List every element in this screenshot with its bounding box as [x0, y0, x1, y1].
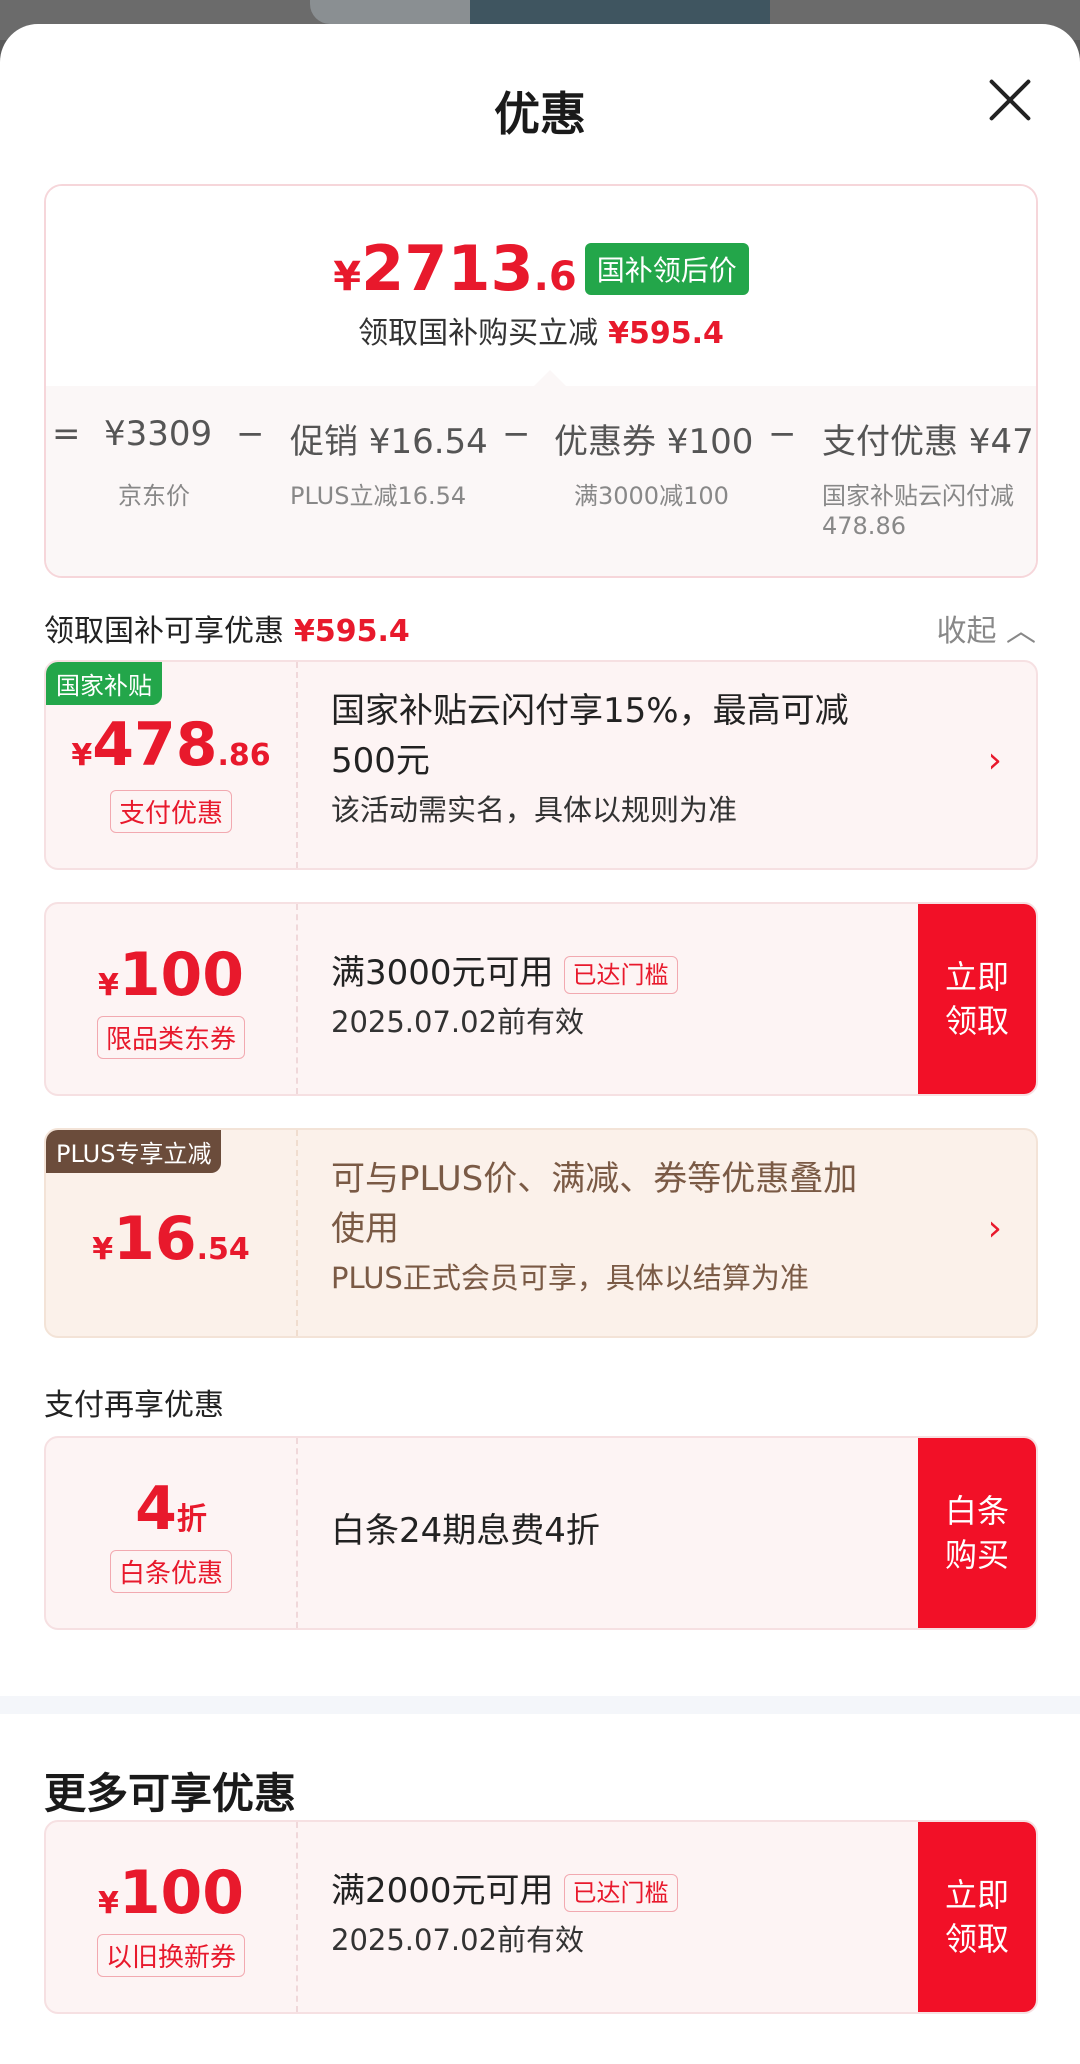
chevron-right-icon: ›: [987, 1208, 1002, 1249]
plus-line1: 可与PLUS价、满减、券等优惠叠加: [331, 1159, 858, 1199]
subsidy-line1: 国家补贴云闪付享15%，最高可减: [331, 691, 849, 731]
subsidy-tag: 国家补贴: [46, 662, 162, 705]
coupon-card: ¥100 以旧换新券 满2000元可用 已达门槛 2025.07.02前有效 立即…: [44, 1820, 1038, 2014]
coupon-card: ¥100 限品类东券 满3000元可用 已达门槛 2025.07.02前有效 立即…: [44, 902, 1038, 1096]
baitiao-amount: 4折: [135, 1474, 207, 1544]
coupon-condition: 满2000元可用 已达门槛: [331, 1866, 678, 1916]
formula-label-2: 478.86: [822, 512, 906, 540]
plus-card[interactable]: PLUS专享立减 ¥16.54 可与PLUS价、满减、券等优惠叠加 使用 PLU…: [44, 1128, 1038, 1338]
section-title: 支付再享优惠: [44, 1388, 224, 1423]
final-price-line: ¥2713.6 国补领后价: [46, 232, 1036, 305]
final-price: ¥2713.6: [333, 232, 577, 305]
close-icon[interactable]: [978, 68, 1042, 132]
baitiao-buy-button[interactable]: 白条 购买: [918, 1438, 1036, 1628]
coupon-condition: 满3000元可用 已达门槛: [331, 948, 678, 998]
coupon-amount: ¥100: [97, 1858, 245, 1928]
formula-label: PLUS立减16.54: [290, 482, 467, 510]
discount-sheet: 优惠 ¥2713.6 国补领后价 领取国补购买立减 ¥595.4 = ¥3309 京…: [0, 24, 1080, 2064]
formula-value: 支付优惠 ¥478: [822, 422, 1038, 462]
saving-line: 领取国补购买立减 ¥595.4: [358, 316, 724, 351]
claim-button[interactable]: 立即 领取: [918, 904, 1036, 1094]
collapse-button[interactable]: 收起 ︿: [936, 606, 1036, 650]
chevron-up-icon: ︿: [1006, 614, 1036, 649]
subsidy-label: 支付优惠: [46, 790, 296, 833]
formula-value: 优惠券 ¥100: [554, 422, 754, 462]
section-divider: [0, 1696, 1080, 1714]
formula-op: −: [236, 414, 265, 454]
plus-tag: PLUS专享立减: [46, 1130, 222, 1173]
coupon-amount: ¥100: [97, 940, 245, 1010]
coupon-validity: 2025.07.02前有效: [331, 1005, 585, 1039]
summary-top: ¥2713.6 国补领后价 领取国补购买立减 ¥595.4: [46, 186, 1036, 386]
baitiao-text: 白条24期息费4折: [331, 1511, 600, 1551]
coupon-label: 限品类东券: [46, 1016, 296, 1059]
chevron-right-icon: ›: [987, 740, 1002, 781]
price-summary-card: ¥2713.6 国补领后价 领取国补购买立减 ¥595.4 = ¥3309 京东价 …: [44, 184, 1038, 578]
formula-label: 满3000减100: [574, 482, 729, 510]
formula-op: =: [52, 414, 81, 454]
baitiao-label: 白条优惠: [46, 1550, 296, 1593]
claim-button[interactable]: 立即 领取: [918, 1822, 1036, 2012]
subsidy-amount: ¥478.86: [71, 710, 271, 780]
formula-label: 京东价: [118, 482, 190, 510]
subsidy-card[interactable]: 国家补贴 ¥478.86 支付优惠 国家补贴云闪付享15%，最高可减 500元 …: [44, 660, 1038, 870]
baitiao-card: 4折 白条优惠 白条24期息费4折 白条 购买: [44, 1436, 1038, 1630]
price-badge: 国补领后价: [584, 242, 749, 295]
formula-value: 促销 ¥16.54: [290, 422, 488, 462]
more-title: 更多可享优惠: [44, 1769, 297, 1818]
coupon-validity: 2025.07.02前有效: [331, 1923, 585, 1957]
product-image-fragment-2: [470, 0, 770, 24]
plus-amount: ¥16.54: [92, 1204, 250, 1274]
formula-op: −: [502, 414, 531, 454]
formula-label: 国家补贴云闪付减: [822, 482, 1014, 510]
pointer-notch: [534, 370, 566, 386]
subsidy-line2: 500元: [331, 741, 430, 781]
sheet-title: 优惠: [494, 87, 586, 141]
subsidy-line3: 该活动需实名，具体以规则为准: [331, 793, 738, 827]
formula-op: −: [768, 414, 797, 454]
plus-line3: PLUS正式会员可享，具体以结算为准: [331, 1261, 809, 1295]
formula-value: ¥3309: [104, 414, 213, 454]
coupon-label: 以旧换新券: [46, 1934, 296, 1977]
threshold-badge: 已达门槛: [563, 955, 678, 994]
section-title: 领取国补可享优惠 ¥595.4: [44, 614, 410, 649]
price-formula: = ¥3309 京东价 − 促销 ¥16.54 PLUS立减16.54 − 优惠…: [46, 386, 1036, 576]
plus-line2: 使用: [331, 1209, 399, 1249]
threshold-badge: 已达门槛: [563, 1873, 678, 1912]
